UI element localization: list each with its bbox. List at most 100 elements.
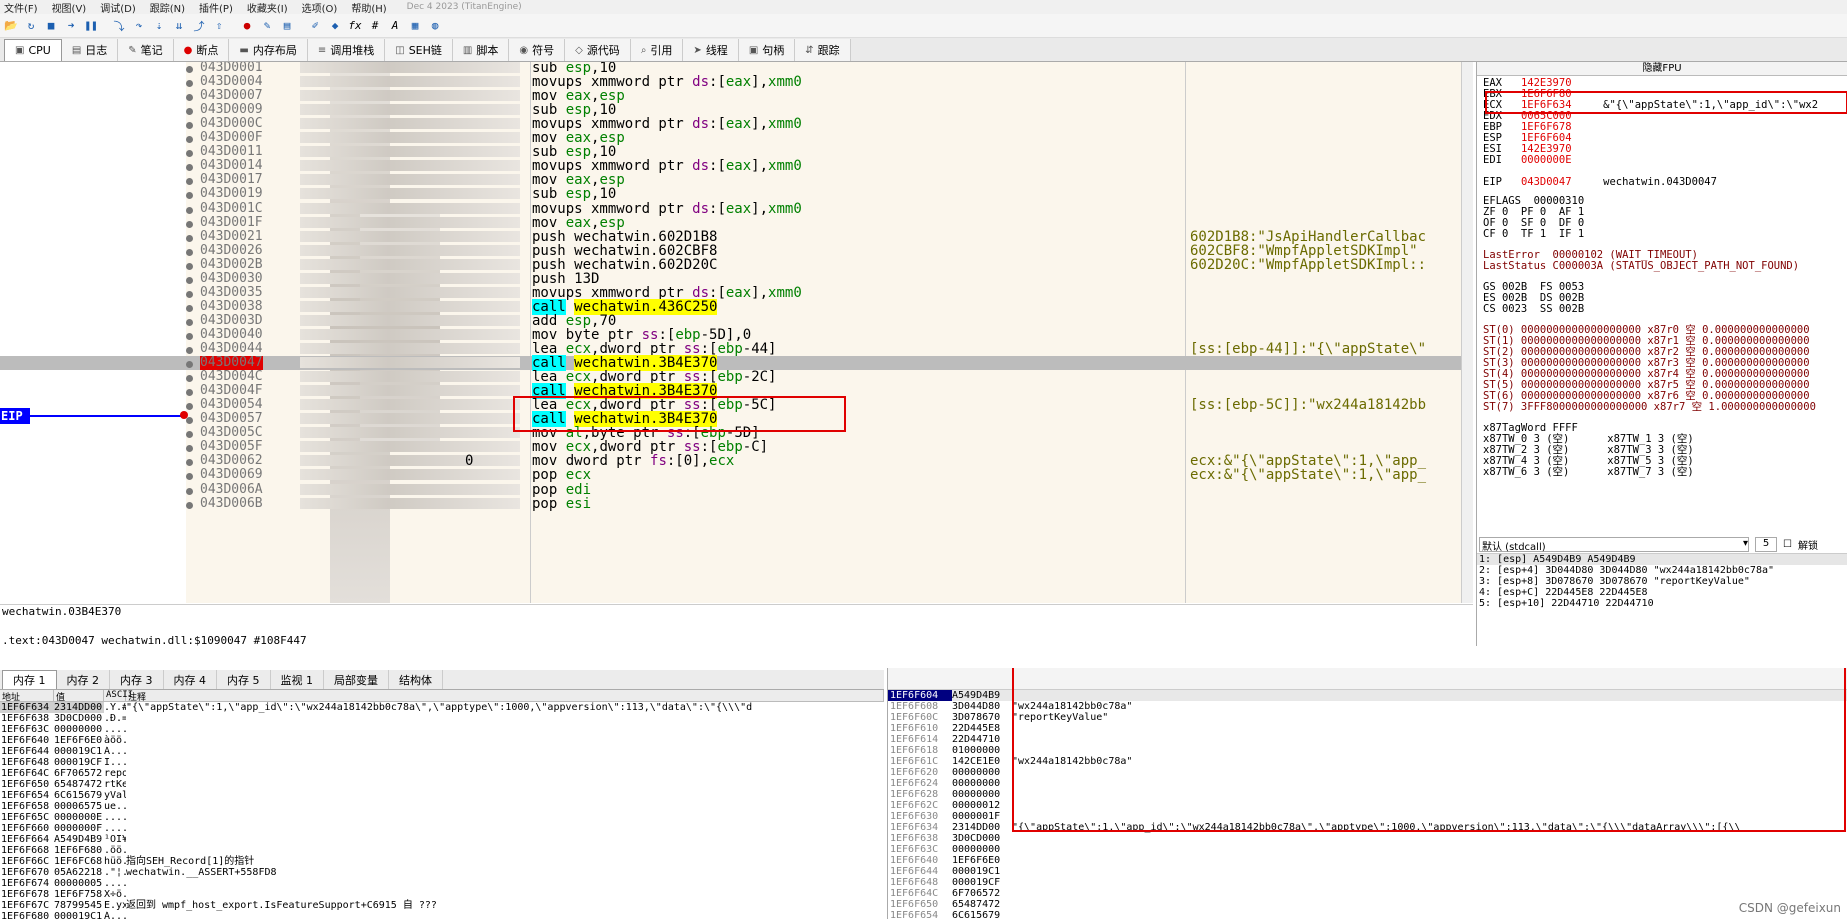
menu-item[interactable]: 选项(O)	[302, 0, 338, 15]
dump-row[interactable]: 1EF6F678 1EF6F758 X÷ö.	[0, 889, 884, 900]
tab-source[interactable]: ◇ 源代码	[565, 39, 631, 61]
disasm-row[interactable]: 043D0040 mov byte ptr ss:[ebp-5D],0	[0, 327, 1461, 342]
disassembly-view[interactable]: 043D0001 sub esp,10 043D0004 movups xmmword…	[0, 62, 1473, 603]
tab-symbols[interactable]: ◉ 符号	[509, 39, 566, 61]
dump-row[interactable]: 1EF6F664 A549D4B9 ¹ÔI¥	[0, 834, 884, 845]
disasm-row[interactable]: 043D0007 mov eax,esp	[0, 89, 1461, 103]
execute-till-return-icon[interactable]: ⤴	[190, 17, 208, 35]
dump-tab[interactable]: 内存 5	[217, 670, 271, 689]
disasm-row[interactable]: 043D001F mov eax,esp	[0, 215, 1461, 230]
disasm-row[interactable]: 043D0004 movups xmmword ptr ds:[eax],xmm0	[0, 74, 1461, 89]
open-icon[interactable]: 📂	[2, 17, 20, 35]
dump-row[interactable]: 1EF6F65C 0000000E....	[0, 812, 884, 823]
disasm-row[interactable]: 043D0069 pop ecx ecx:&"{\"appState\":1,\"a…	[0, 468, 1461, 482]
dump-row[interactable]: 1EF6F64C 6F706572 repo	[0, 768, 884, 779]
breakpoint-dot[interactable]	[186, 361, 193, 369]
tab-notes[interactable]: ✎ 笔记	[118, 39, 174, 61]
breakpoint-dot[interactable]	[186, 80, 193, 88]
breakpoint-dot[interactable]	[186, 94, 193, 102]
dump-row[interactable]: 1EF6F640 1EF6F6E0 àöö.	[0, 735, 884, 746]
dump-tab[interactable]: 局部变量	[324, 670, 389, 689]
disasm-row[interactable]: 043D0021 push wechatwin.602D1B8 602D1B8:"J…	[0, 229, 1461, 244]
menu-item[interactable]: 文件(F)	[4, 0, 38, 15]
eip-breakpoint-dot[interactable]	[180, 411, 188, 419]
dump-row[interactable]: 1EF6F670 05A62218 ."¦. wechatwin.__ASSERT+5…	[0, 867, 884, 878]
calculator-icon[interactable]: ▦	[406, 17, 424, 35]
stack-row[interactable]: 1EF6F638 3D0CD000	[888, 833, 1847, 844]
stack-view[interactable]: 1EF6F604 A549D4B9 1EF6F608 3D044D80 "wx244a1…	[887, 668, 1847, 919]
tab-handles[interactable]: ▣ 句柄	[738, 39, 796, 61]
dump-tab[interactable]: 内存 2	[57, 670, 110, 689]
run-icon[interactable]: ➜	[62, 17, 80, 35]
register-edi[interactable]: EDI 0000000E	[1483, 155, 1603, 166]
registers-panel[interactable]: 隐藏FPU EAX 142E3970 EBX 1E6F6F80 ECX 1EF6…	[1476, 62, 1847, 542]
breakpoint-dot[interactable]	[186, 290, 193, 298]
stack-row[interactable]: 1EF6F640 1EF6F6E0	[888, 855, 1847, 866]
breakpoint-dot[interactable]	[186, 262, 193, 270]
breakpoint-dot[interactable]	[186, 487, 193, 495]
dump-row[interactable]: 1EF6F634 2314DD00 .Y.# "{\"appState\":1,\"a…	[0, 702, 884, 713]
breakpoint-dot[interactable]	[186, 375, 193, 383]
disasm-row[interactable]: 043D006B pop esi	[0, 496, 1461, 511]
dump-row[interactable]: 1EF6F66C 1EF6FC68 hüö. 指向SEH_Record[1]的指针	[0, 856, 884, 867]
argument-count[interactable]: 5	[1755, 537, 1777, 552]
dump-tab[interactable]: 内存 3	[110, 670, 164, 689]
dump-row[interactable]: 1EF6F660 0000000F....	[0, 823, 884, 834]
dump-row[interactable]: 1EF6F680 000019C1 Á...	[0, 911, 884, 919]
stack-row[interactable]: 1EF6F650 65487472	[888, 899, 1847, 910]
disasm-row[interactable]: 043D0035 movups xmmword ptr ds:[eax],xmm0	[0, 285, 1461, 300]
breakpoint-dot[interactable]	[186, 347, 193, 354]
stop-icon[interactable]: ■	[42, 17, 60, 35]
breakpoint-dot[interactable]	[186, 178, 193, 186]
memory-map-icon[interactable]: ◍	[426, 17, 444, 35]
disasm-row[interactable]: 043D0019 sub esp,10	[0, 187, 1461, 201]
tab-breakpoint-dot[interactable]: ● 断点	[173, 39, 230, 61]
step-into-icon[interactable]: ⤵	[110, 17, 128, 35]
breakpoint-dot[interactable]	[186, 459, 193, 467]
menu-item[interactable]: 收藏夹(I)	[247, 0, 288, 15]
dump-row[interactable]: 1EF6F644 000019C1 Á...	[0, 746, 884, 757]
disasm-row[interactable]: 043D0062 mov dword ptr fs:[0],ecx ecx:&"{\…	[0, 454, 1461, 468]
breakpoint-icon[interactable]: ●	[238, 17, 256, 35]
breakpoint-dot[interactable]	[186, 234, 193, 242]
dump-row[interactable]: 1EF6F648 000019CF Ï...	[0, 757, 884, 768]
disasm-scrollbar[interactable]	[1461, 62, 1473, 603]
dump-row[interactable]: 1EF6F650 65487472 rtKe	[0, 779, 884, 790]
hide-fpu-button[interactable]: 隐藏FPU	[1477, 62, 1847, 76]
disasm-row[interactable]: 043D0026 push wechatwin.602CBF8 602CBF8:"W…	[0, 243, 1461, 258]
dump-tab[interactable]: 监视 1	[271, 670, 324, 689]
font-icon[interactable]: A	[386, 17, 404, 35]
tab-trace[interactable]: ⇵ 跟踪	[795, 39, 851, 61]
dump-row[interactable]: 1EF6F67C 78799545 E.yx 返回到 wmpf_host_export…	[0, 900, 884, 911]
tab-threads[interactable]: ➤ 线程	[683, 39, 739, 61]
breakpoint-dot[interactable]	[186, 473, 193, 481]
disasm-row[interactable]: 043D0011 sub esp,10	[0, 145, 1461, 159]
stack-row[interactable]: 1EF6F64C 6F706572	[888, 888, 1847, 899]
dump-tab[interactable]: 内存 1	[2, 670, 57, 689]
dump-tab[interactable]: 内存 4	[164, 670, 217, 689]
step-over-icon[interactable]: ↷	[130, 17, 148, 35]
patch-icon[interactable]: ✎	[258, 17, 276, 35]
breakpoint-dot[interactable]	[186, 150, 193, 158]
dump-row[interactable]: 1EF6F658 00006575 ue..	[0, 801, 884, 812]
trace-into-icon[interactable]: ⇣	[150, 17, 168, 35]
stack-row[interactable]: 1EF6F644 000019C1	[888, 866, 1847, 877]
register-eip[interactable]: EIP 043D0047 wechatwin.043D0047	[1483, 177, 1717, 188]
breakpoint-dot[interactable]	[186, 389, 193, 397]
breakpoint-dot[interactable]	[186, 332, 193, 340]
breakpoint-dot[interactable]	[186, 304, 193, 312]
pause-icon[interactable]: ❚❚	[82, 17, 100, 35]
breakpoint-dot[interactable]	[186, 445, 193, 453]
disasm-row[interactable]: 043D001C movups xmmword ptr ds:[eax],xmm0	[0, 201, 1461, 216]
breakpoint-dot[interactable]	[186, 431, 193, 439]
stack-row[interactable]: 1EF6F63C 00000000	[888, 844, 1847, 855]
disasm-row[interactable]: 043D0030 push 13D	[0, 271, 1461, 286]
dump-row[interactable]: 1EF6F674 00000005....	[0, 878, 884, 889]
comment-icon[interactable]: ✐	[306, 17, 324, 35]
breakpoint-dot[interactable]	[186, 276, 193, 284]
menu-item[interactable]: 帮助(H)	[351, 0, 386, 15]
breakpoint-dot[interactable]	[186, 248, 193, 256]
tab-log[interactable]: ▤ 日志	[61, 39, 119, 61]
dump-tab[interactable]: 结构体	[389, 670, 443, 689]
memory-dump[interactable]: 地址 值 ASCII 注释 1EF6F634 2314DD00 .Y.# "{\"ap…	[0, 690, 884, 919]
